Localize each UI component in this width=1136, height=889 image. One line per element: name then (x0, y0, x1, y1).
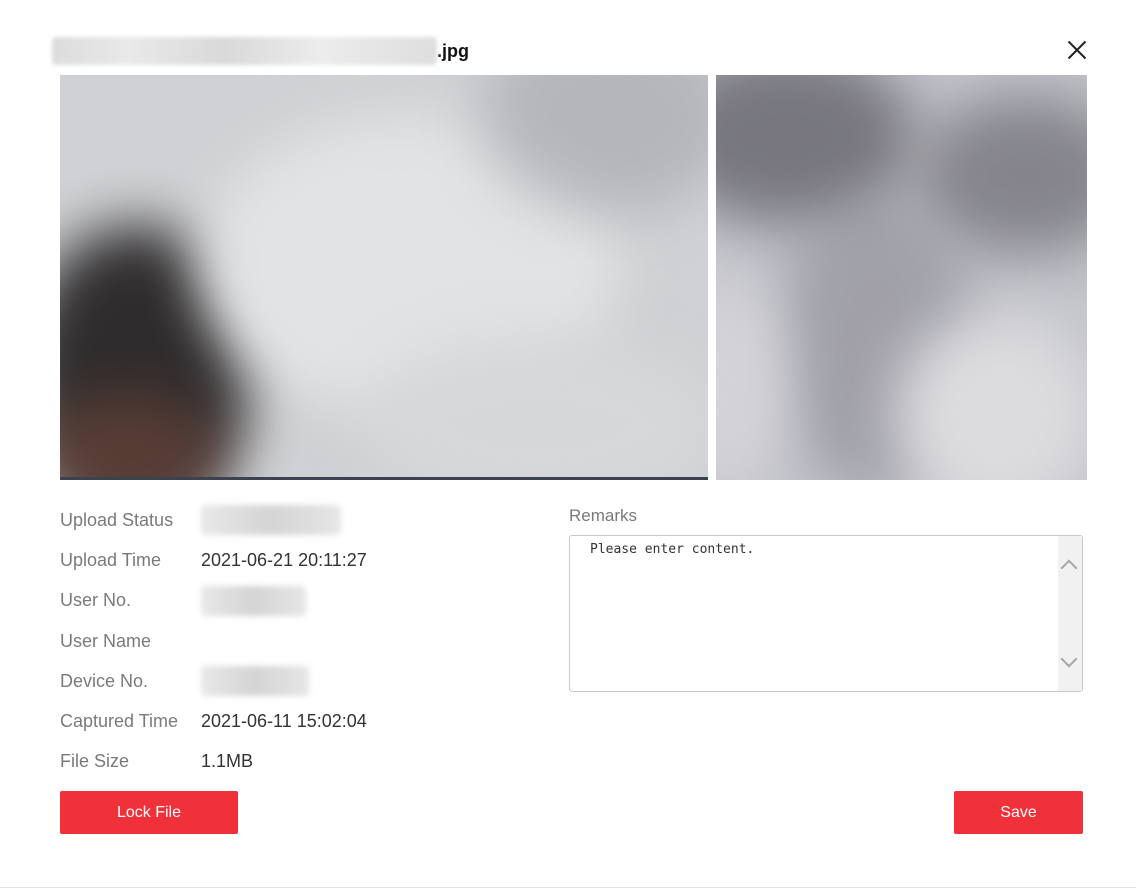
upload-time-value: 2021-06-21 20:11:27 (201, 549, 367, 570)
info-row-captured-time: Captured Time 2021-06-11 15:02:04 (60, 701, 367, 741)
chevron-up-icon[interactable] (1060, 559, 1078, 577)
remarks-scrollbar[interactable] (1058, 536, 1082, 691)
info-row-user-name: User Name (60, 621, 367, 661)
file-size-label: File Size (60, 751, 130, 772)
lock-file-button[interactable]: Lock File (60, 791, 238, 834)
footer-divider (0, 887, 1136, 888)
info-row-user-no: User No. (60, 581, 367, 621)
file-size-value: 1.1MB (201, 751, 254, 772)
captured-time-label: Captured Time (60, 711, 179, 732)
info-row-device-no: Device No. (60, 661, 367, 701)
redacted-device-no (201, 666, 309, 697)
image-bottom-edge (60, 477, 708, 480)
captured-image-main (60, 75, 708, 480)
user-no-label: User No. (60, 590, 132, 611)
user-name-label: User Name (60, 630, 152, 651)
remarks-label: Remarks (569, 506, 638, 525)
dialog-title: .jpg (52, 36, 469, 66)
redacted-filename (52, 37, 437, 65)
info-row-upload-time: Upload Time 2021-06-21 20:11:27 (60, 540, 367, 580)
captured-time-value: 2021-06-11 15:02:04 (201, 711, 367, 732)
remarks-field (569, 535, 1083, 692)
save-button[interactable]: Save (954, 791, 1083, 834)
close-icon[interactable] (1063, 36, 1091, 64)
upload-time-label: Upload Time (60, 549, 162, 570)
filename-extension: .jpg (437, 40, 469, 61)
chevron-down-icon[interactable] (1060, 650, 1078, 668)
redacted-upload-status (201, 505, 341, 536)
info-row-file-size: File Size 1.1MB (60, 742, 367, 782)
upload-status-label: Upload Status (60, 509, 174, 530)
captured-image-side (716, 75, 1087, 480)
remarks-input[interactable] (570, 536, 1058, 691)
redacted-user-no (201, 585, 306, 616)
capture-info: Upload Status Upload Time 2021-06-21 20:… (60, 500, 367, 782)
device-no-label: Device No. (60, 670, 149, 691)
info-row-upload-status: Upload Status (60, 500, 367, 540)
